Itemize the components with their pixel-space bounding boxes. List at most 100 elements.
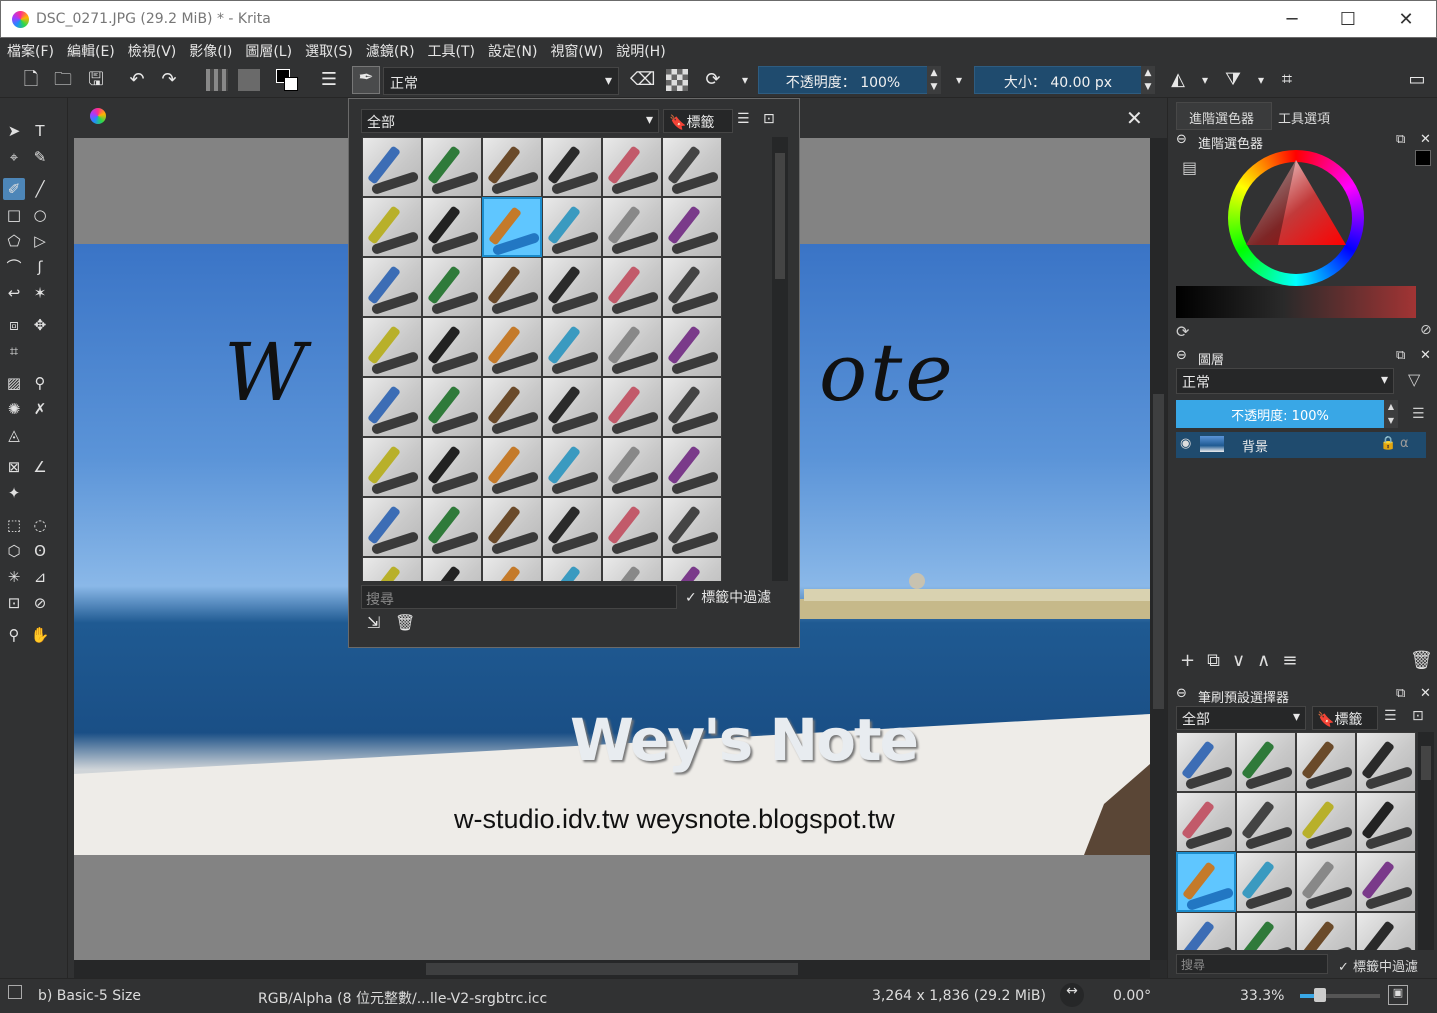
menu-help[interactable]: 說明(H) (610, 38, 671, 61)
maximize-button[interactable]: ☐ (1325, 7, 1371, 33)
brush-tag-button[interactable]: 🔖標籤 (1312, 706, 1378, 730)
brush-preset-tile[interactable] (482, 257, 542, 317)
brush-preset-tile[interactable] (1176, 732, 1236, 792)
contiguous-select-icon[interactable]: ✳ (3, 566, 25, 588)
calligraphy-icon[interactable]: ✎ (29, 146, 51, 168)
docker-filter-in-tag-checkbox[interactable]: ✓ 標籤中過濾 (1338, 956, 1418, 975)
brush-settings-icon[interactable]: ☰ (318, 69, 340, 91)
zoom-slider-handle[interactable] (1314, 988, 1326, 1002)
brush-preset-tile[interactable] (1176, 912, 1236, 950)
menu-filter[interactable]: 濾鏡(R) (360, 38, 421, 61)
eraser-icon[interactable]: ⌫ (630, 69, 655, 91)
move-up-icon[interactable]: ∧ (1257, 650, 1282, 671)
import-icon[interactable]: ⇲ (367, 613, 380, 632)
brush-preset-tile[interactable] (1356, 852, 1416, 912)
brush-preset-tile[interactable] (422, 557, 482, 581)
ellipse-select-icon[interactable]: ◌ (29, 514, 51, 536)
brush-preset-tile[interactable] (362, 257, 422, 317)
menu-image[interactable]: 影像(I) (183, 38, 238, 61)
lock-icon[interactable]: 🔒 (1380, 436, 1396, 451)
add-layer-icon[interactable]: + (1180, 650, 1207, 671)
filter-icon[interactable]: ▽ (1408, 370, 1420, 389)
measure-tool-icon[interactable]: ∠ (29, 456, 51, 478)
opacity-stepper[interactable]: ▲ ▼ (927, 66, 941, 94)
panel-lock-icon[interactable]: ⊖ (1176, 686, 1187, 701)
blend-mode-select[interactable]: 正常 ▾ (383, 67, 619, 95)
undo-icon[interactable]: ↶ (126, 69, 148, 91)
close-panel-icon[interactable]: ✕ (1420, 348, 1431, 363)
gradient-tool-icon[interactable]: ▨ (3, 372, 25, 394)
menu-settings[interactable]: 設定(N) (482, 38, 543, 61)
freehand-path-icon[interactable]: ʃ (29, 256, 51, 278)
menu-view[interactable]: 檢視(V) (122, 38, 183, 61)
magnetic-select-icon[interactable]: ⊘ (29, 592, 51, 614)
brush-preset-tile[interactable] (422, 437, 482, 497)
brush-tag-filter-select[interactable]: 全部 ▾ (1176, 706, 1306, 730)
redo-icon[interactable]: ↷ (158, 69, 180, 91)
opacity-menu-chevron-icon[interactable]: ▾ (948, 69, 970, 91)
color-picker-icon[interactable]: ⚲ (29, 372, 51, 394)
saturation-triangle[interactable] (1228, 150, 1364, 286)
brush-preset-tile[interactable] (1176, 792, 1236, 852)
move-down-icon[interactable]: ∨ (1232, 650, 1257, 671)
float-icon[interactable]: ⧉ (1396, 686, 1405, 701)
wrap-around-icon[interactable]: ⌗ (1276, 69, 1298, 91)
menu-edit[interactable]: 編輯(E) (61, 38, 121, 61)
close-panel-icon[interactable]: ✕ (1420, 132, 1431, 147)
mirror-vertical-icon[interactable]: ⧩ (1222, 69, 1244, 91)
pattern-swatch-icon[interactable] (238, 69, 260, 91)
brush-preset-tile[interactable] (542, 437, 602, 497)
detach-icon[interactable]: ⊡ (1412, 708, 1424, 724)
edit-shapes-icon[interactable]: ⌖ (3, 146, 25, 168)
brush-preset-tile[interactable] (482, 497, 542, 557)
bezier-tool-icon[interactable]: ⌒ (3, 256, 25, 278)
brush-preset-tile[interactable] (662, 137, 722, 197)
brush-preset-tile[interactable] (1296, 792, 1356, 852)
alpha-icon[interactable]: α (1400, 436, 1409, 451)
zoom-tool-icon[interactable]: ⚲ (3, 624, 25, 646)
pan-tool-icon[interactable]: ✋ (29, 624, 51, 646)
menu-window[interactable]: 視窗(W) (544, 38, 609, 61)
bezier-select-icon[interactable]: ⊡ (3, 592, 25, 614)
chevron-down-icon[interactable]: ▾ (1194, 69, 1216, 91)
size-spinbox[interactable]: 大小： 40.00 px (974, 66, 1142, 94)
brush-preset-tile[interactable] (482, 197, 542, 257)
fg-bg-color-icon[interactable] (276, 69, 298, 91)
scroll-thumb[interactable] (1153, 394, 1164, 709)
brush-preset-tile[interactable] (362, 377, 422, 437)
brush-preset-tile[interactable] (662, 557, 722, 581)
brush-preset-tile[interactable] (1236, 792, 1296, 852)
brush-preset-tile[interactable] (1296, 732, 1356, 792)
status-colorspace[interactable]: RGB/Alpha (8 位元整數/...lle-V2-srgbtrc.icc (258, 988, 547, 1008)
trash-icon[interactable]: 🗑 (395, 613, 415, 632)
layer-properties-icon[interactable]: ≡ (1282, 650, 1309, 671)
brush-preset-tile[interactable] (422, 497, 482, 557)
brush-preset-tile[interactable] (602, 557, 662, 581)
polygon-select-icon[interactable]: ⬡ (3, 540, 25, 562)
brush-preset-tile[interactable] (1236, 732, 1296, 792)
multibrush-icon[interactable]: ✶ (29, 282, 51, 304)
tab-tool-options[interactable]: 工具選項 (1278, 108, 1330, 127)
brush-preset-tile[interactable] (542, 137, 602, 197)
fill-tool-icon[interactable]: ◬ (3, 424, 25, 446)
brush-preset-tile[interactable] (482, 137, 542, 197)
brush-preset-tile[interactable] (422, 137, 482, 197)
current-color-swatch[interactable] (1415, 150, 1431, 166)
scroll-thumb[interactable] (1421, 746, 1431, 780)
move-tool-icon[interactable]: ✥ (29, 314, 51, 336)
polyline-tool-icon[interactable]: ▷ (29, 230, 51, 252)
brush-preset-tile[interactable] (542, 257, 602, 317)
scroll-thumb[interactable] (426, 963, 798, 975)
float-icon[interactable]: ⧉ (1396, 132, 1405, 147)
brush-preset-tile[interactable] (662, 497, 722, 557)
brush-preset-tile[interactable] (362, 557, 422, 581)
brush-preset-tile[interactable] (1296, 912, 1356, 950)
popup-scrollbar[interactable] (772, 137, 788, 581)
brush-preset-tile[interactable] (422, 317, 482, 377)
brush-preset-tile[interactable] (482, 557, 542, 581)
colorize-mask-icon[interactable]: ✗ (29, 398, 51, 420)
brush-preset-tile[interactable] (662, 317, 722, 377)
similar-select-icon[interactable]: ⊿ (29, 566, 51, 588)
list-view-icon[interactable]: ☰ (737, 111, 750, 127)
brush-preset-tile[interactable] (662, 257, 722, 317)
